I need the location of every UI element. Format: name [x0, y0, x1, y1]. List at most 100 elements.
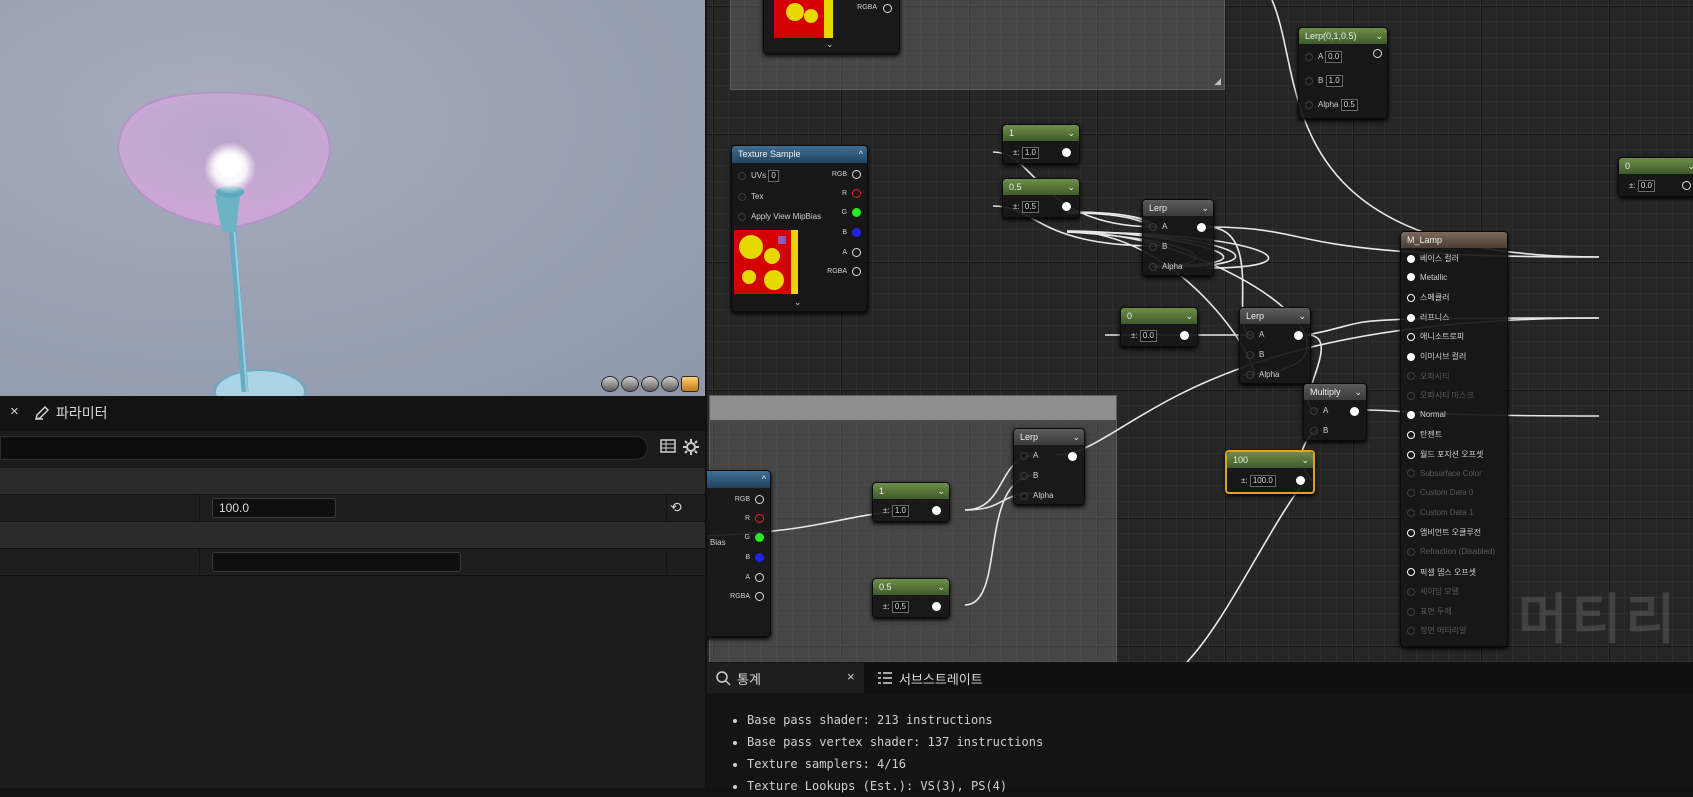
material-input-pin[interactable]: Normal [1407, 410, 1446, 419]
table-view-icon[interactable] [658, 438, 678, 458]
constant-value-field[interactable]: 1.0 [1021, 147, 1039, 159]
lerp-a-field[interactable]: 0.0 [1325, 51, 1343, 63]
output-pin[interactable] [1062, 202, 1071, 211]
constant-value-field[interactable]: 0.5 [1021, 201, 1039, 213]
close-tab-icon[interactable]: × [10, 403, 19, 420]
r-output-pin[interactable] [755, 514, 764, 523]
tab-substrate[interactable]: 서브스트레이트 [877, 665, 983, 691]
texture-sample-node-lower[interactable]: ^ Bias RGB R G B A RGBA [707, 470, 771, 637]
material-input-pin[interactable]: 러프니스 [1407, 312, 1449, 323]
search-input[interactable] [0, 436, 648, 460]
r-output-pin[interactable] [852, 189, 861, 198]
constant-value-field[interactable]: 1.0 [891, 505, 909, 517]
multiply-node[interactable]: Multiply ⌄ A B [1303, 383, 1367, 441]
constant-node-1[interactable]: 1 ⌄ ±: 1.0 [1002, 124, 1080, 164]
input-pin-dot[interactable] [1407, 529, 1415, 538]
constant-node-0-5-lower[interactable]: 0.5 ⌄ ±: 0.5 [872, 578, 950, 618]
material-input-pin[interactable]: 앰비언트 오클루전 [1407, 527, 1481, 538]
output-pin[interactable] [932, 506, 941, 515]
material-input-pin[interactable]: Metallic [1407, 273, 1447, 282]
constant-node-0-5[interactable]: 0.5 ⌄ ±: 0.5 [1002, 178, 1080, 218]
tab-stats[interactable]: 통계 [715, 665, 761, 691]
material-input-pin[interactable]: 픽셀 뎁스 오프셋 [1407, 567, 1476, 578]
material-input-pin[interactable]: 셰이딩 모델 [1407, 586, 1459, 597]
constant-value-field[interactable]: 0.0 [1139, 330, 1157, 342]
material-input-pin[interactable]: Custom Data 1 [1407, 508, 1473, 517]
reset-to-default-icon[interactable]: ⟲ [670, 499, 682, 516]
input-pin-dot[interactable] [1407, 273, 1415, 282]
category-row[interactable] [0, 522, 705, 549]
input-pin-dot[interactable] [1407, 372, 1415, 381]
input-pin-dot[interactable] [1407, 313, 1415, 322]
input-pin-dot[interactable] [1407, 508, 1415, 517]
chevron-down-icon[interactable]: ⌄ [826, 39, 834, 50]
material-input-pin[interactable]: Custom Data 0 [1407, 488, 1473, 497]
rgb-output-pin[interactable] [852, 170, 861, 179]
input-pin-dot[interactable] [1407, 333, 1415, 342]
material-input-pin[interactable]: 월드 포지션 오프셋 [1407, 449, 1483, 460]
uvs-field[interactable]: 0 [768, 170, 779, 182]
input-pin-dot[interactable] [1407, 352, 1415, 361]
lerp-b-field[interactable]: 1.0 [1325, 75, 1343, 87]
material-input-pin[interactable]: Refraction (Disabled) [1407, 547, 1495, 556]
g-output-pin[interactable] [852, 208, 861, 217]
settings-gear-icon[interactable] [681, 438, 701, 458]
output-pin[interactable] [1682, 181, 1691, 190]
input-pin-dot[interactable] [1407, 489, 1415, 498]
output-pin[interactable] [1296, 476, 1305, 485]
parameter-value-field[interactable] [212, 552, 461, 572]
chevron-down-icon[interactable]: ⌄ [794, 297, 802, 308]
material-input-pin[interactable]: 베이스 컬러 [1407, 253, 1459, 264]
constant-node-right[interactable]: 0 ⌄ ±: 0.0 [1618, 157, 1693, 197]
cube-preview-icon[interactable] [661, 376, 679, 392]
input-pin-dot[interactable] [1407, 547, 1415, 556]
material-preview-viewport[interactable] [0, 0, 705, 396]
material-input-pin[interactable]: 이미시브 컬러 [1407, 351, 1466, 362]
lerp-const-node[interactable]: Lerp(0,1,0.5) ⌄ A 0.0 B 1.0 Alpha 0.5 [1298, 27, 1388, 119]
constant-value-field[interactable]: 0.0 [1637, 180, 1655, 192]
output-pin[interactable] [1294, 331, 1303, 340]
output-pin[interactable] [1373, 49, 1382, 58]
material-graph-canvas[interactable]: ◢ RGBA ⌄ Lerp(0,1,0.5) ⌄ A 0.0 B 1.0 Alp… [707, 0, 1693, 662]
output-pin[interactable] [1197, 223, 1206, 232]
custom-mesh-preview-icon[interactable] [681, 376, 699, 392]
material-input-pin[interactable]: 오파시티 마스크 [1407, 390, 1474, 401]
parameter-value-field[interactable]: 100.0 [212, 498, 336, 518]
input-pin-dot[interactable] [1407, 294, 1415, 303]
constant-node-0[interactable]: 0 ⌄ ±: 0.0 [1120, 307, 1198, 347]
output-pin[interactable] [883, 4, 892, 13]
rgba-output-pin[interactable] [755, 592, 764, 601]
lerp-node-2[interactable]: Lerp ⌄ A B Alpha [1239, 307, 1311, 384]
constant-node-100-selected[interactable]: 100 ⌄ ±: 100.0 [1225, 450, 1315, 494]
lerp-node-1[interactable]: Lerp ⌄ A B Alpha [1142, 199, 1214, 276]
a-output-pin[interactable] [755, 573, 764, 582]
material-input-pin[interactable]: 스페큘러 [1407, 292, 1449, 303]
input-pin-dot[interactable] [1407, 254, 1415, 263]
input-pin-dot[interactable] [1407, 607, 1415, 616]
tab-parameters[interactable]: 파라미터 [34, 398, 108, 428]
input-pin-dot[interactable] [1407, 392, 1415, 401]
material-input-pin[interactable]: 애니소트로피 [1407, 331, 1464, 342]
input-pin-dot[interactable] [1407, 450, 1415, 459]
a-output-pin[interactable] [852, 248, 861, 257]
input-pin-dot[interactable] [1407, 588, 1415, 597]
resize-handle-icon[interactable]: ◢ [1214, 76, 1221, 87]
cylinder-preview-icon[interactable] [601, 376, 619, 392]
rgb-output-pin[interactable] [755, 495, 764, 504]
texture-sample-node[interactable]: Texture Sample ^ UVs 0 Tex Apply View Mip… [731, 145, 868, 312]
g-output-pin[interactable] [755, 533, 764, 542]
material-input-pin[interactable]: Subsurface Color [1407, 469, 1482, 478]
material-input-pin[interactable]: 오파시티 [1407, 371, 1449, 382]
sphere-preview-icon[interactable] [621, 376, 639, 392]
constant-value-field[interactable]: 0.5 [891, 601, 909, 613]
input-pin-dot[interactable] [1407, 568, 1415, 577]
output-pin[interactable] [1350, 407, 1359, 416]
material-input-pin[interactable]: 탄젠트 [1407, 429, 1442, 440]
close-tab-icon[interactable]: × [847, 669, 855, 684]
constant-value-field[interactable]: 100.0 [1249, 475, 1276, 487]
category-row[interactable] [0, 468, 705, 495]
texture-sample-node-top[interactable]: RGBA ⌄ [763, 0, 900, 54]
lerp-alpha-field[interactable]: 0.5 [1340, 99, 1358, 111]
output-pin[interactable] [932, 602, 941, 611]
constant-node-1-lower[interactable]: 1 ⌄ ±: 1.0 [872, 482, 950, 522]
